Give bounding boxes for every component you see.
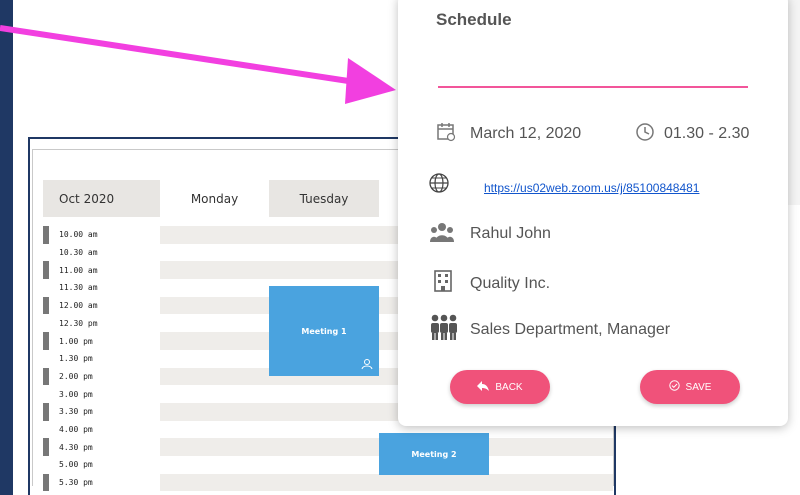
clock-icon [635,122,655,147]
save-button[interactable]: SAVE [640,370,740,404]
check-circle-icon [668,380,680,394]
save-button-label: SAVE [685,381,712,393]
group-icon [430,314,458,345]
date-text: March 12, 2020 [470,125,582,142]
building-icon [434,270,452,297]
title-input-underline[interactable] [438,86,748,88]
back-arrow-icon [477,380,490,394]
calendar-icon [436,122,456,147]
back-button[interactable]: BACK [450,370,550,404]
schedule-dialog: Schedule March 12, 2020 01.30 - 2.30 htt… [398,0,788,426]
people-icon [430,222,454,247]
time-text: 01.30 - 2.30 [664,125,750,142]
department-text: Sales Department, Manager [470,321,671,338]
back-button-label: BACK [495,381,523,393]
meeting-link[interactable]: https://us02web.zoom.us/j/85100848481 [484,181,699,195]
company-name: Quality Inc. [470,275,551,292]
dialog-title: Schedule [436,10,512,29]
globe-icon [428,170,452,199]
person-name: Rahul John [470,225,551,242]
